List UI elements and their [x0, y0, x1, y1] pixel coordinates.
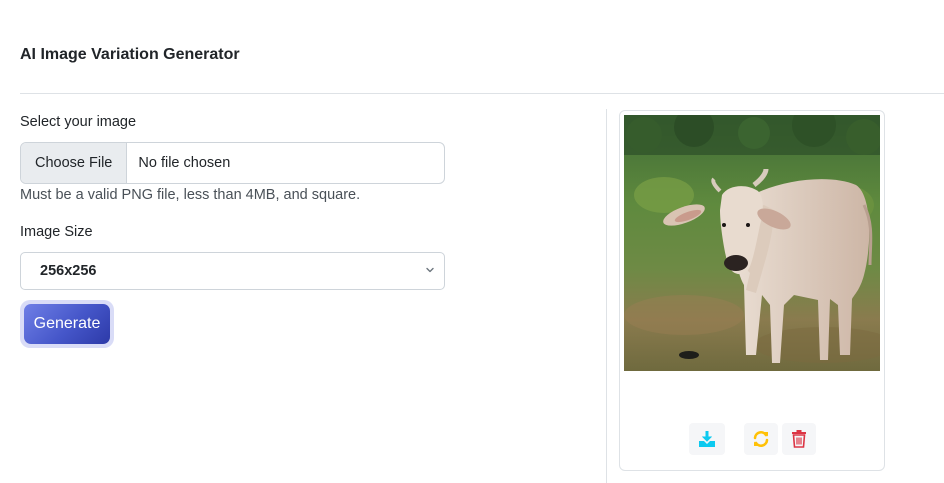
- column-divider: [606, 109, 607, 483]
- header-divider: [20, 93, 944, 94]
- chevron-down-icon: [426, 267, 434, 273]
- download-icon: [699, 431, 715, 447]
- delete-button[interactable]: [782, 423, 816, 455]
- file-status: No file chosen: [138, 155, 231, 171]
- page-title: AI Image Variation Generator: [20, 46, 240, 63]
- generated-image: [624, 115, 880, 371]
- generator-form: Select your image Choose File No file ch…: [20, 114, 445, 348]
- trash-icon: [792, 430, 806, 448]
- image-size-select[interactable]: 256x256: [20, 252, 445, 290]
- refresh-button[interactable]: [744, 423, 778, 455]
- choose-file-button[interactable]: Choose File: [21, 143, 128, 183]
- file-label: Select your image: [20, 114, 137, 130]
- image-size-value: 256x256: [40, 263, 97, 279]
- download-button[interactable]: [689, 423, 725, 455]
- image-size-label: Image Size: [20, 224, 93, 240]
- file-help-text: Must be a valid PNG file, less than 4MB,…: [20, 187, 361, 203]
- result-card: [619, 110, 885, 471]
- generate-button-focus-ring: Generate: [20, 300, 114, 348]
- file-input[interactable]: Choose File No file chosen: [20, 142, 445, 184]
- generate-button[interactable]: Generate: [24, 304, 110, 344]
- refresh-icon: [753, 431, 769, 447]
